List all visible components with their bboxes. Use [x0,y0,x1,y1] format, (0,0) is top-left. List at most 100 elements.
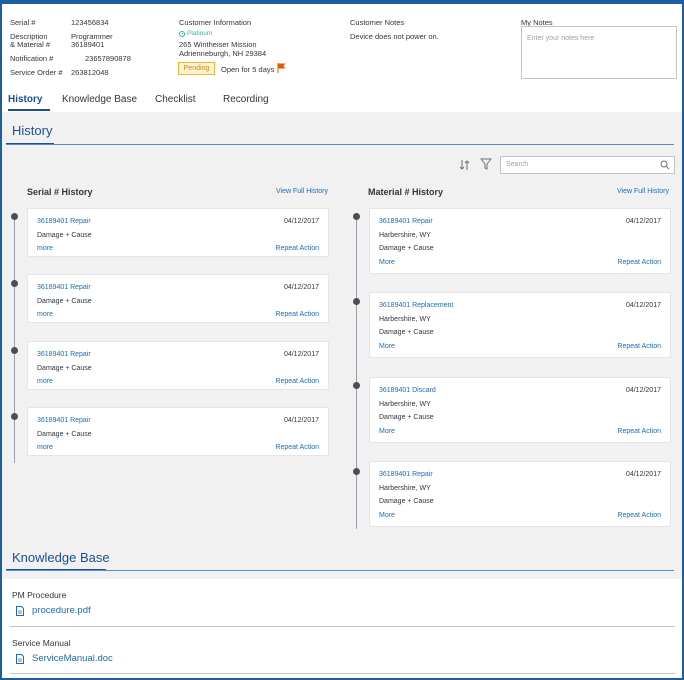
serial-history-card-1: 36189401 Repair 04/12/2017 Damage + Caus… [27,208,329,257]
service-order-label: Service Order # [10,68,63,77]
timeline-dot [11,347,18,354]
serial-value: 123456834 [71,18,109,27]
knowledge-base-list: PM Procedure procedure.pdf Service Manua… [2,579,682,678]
more-link[interactable]: more [37,245,53,252]
history-item-location: Harbershire, WY [379,485,431,492]
kb-file-link[interactable]: procedure.pdf [16,605,91,616]
material-view-full-history-link[interactable]: View Full History [617,188,669,195]
active-tab-indicator [8,109,50,111]
platinum-badge-icon [179,30,185,37]
timeline-dot [353,298,360,305]
repeat-action-link[interactable]: Repeat Action [617,512,661,519]
tab-recording[interactable]: Recording [223,94,269,105]
timeline-dot [11,213,18,220]
kb-separator [10,626,675,627]
history-item-date: 04/12/2017 [625,218,661,225]
more-link[interactable]: more [37,311,53,318]
history-item-date: 04/12/2017 [625,302,661,309]
history-item-location: Harbershire, WY [379,316,431,323]
address-line-2: Adrienneburgh, NH 29384 [179,49,267,58]
tab-history[interactable]: History [8,94,42,105]
notification-label: Notification # [10,54,54,63]
customer-notes-text: Device does not power on. [350,32,439,41]
history-item-detail: Damage + Cause [37,431,92,438]
history-item-title[interactable]: 36189401 Repair [37,218,91,225]
history-divider [6,144,674,145]
history-item-detail: Damage + Cause [379,245,434,252]
repeat-action-link[interactable]: Repeat Action [617,428,661,435]
sort-icon[interactable] [459,159,471,171]
history-item-date: 04/12/2017 [625,471,661,478]
history-item-title[interactable]: 36189401 Repair [379,471,433,478]
more-link[interactable]: More [379,343,395,350]
material-history-card-3: 36189401 Discard 04/12/2017 Harbershire,… [369,377,671,443]
timeline-dot [353,382,360,389]
history-item-date: 04/12/2017 [625,387,661,394]
history-item-date: 04/12/2017 [283,417,319,424]
customer-notes-title: Customer Notes [350,18,405,27]
filter-icon[interactable] [480,158,492,170]
customer-info-title: Customer Information [179,18,252,27]
more-link[interactable]: More [379,428,395,435]
repeat-action-link[interactable]: Repeat Action [617,259,661,266]
open-for-text: Open for 5 days [221,65,275,74]
history-item-title[interactable]: 36189401 Repair [379,218,433,225]
search-input[interactable]: Search [500,156,675,174]
app-frame: Serial # 123456834 Description & Materia… [0,0,684,680]
tab-knowledge-base[interactable]: Knowledge Base [62,94,137,105]
kb-file-name[interactable]: ServiceManual.doc [32,653,113,664]
kb-item-label: Service Manual [12,638,71,648]
more-link[interactable]: more [37,444,53,451]
customer-tier: Platinum [179,30,212,37]
timeline-dot [353,468,360,475]
repeat-action-link[interactable]: Repeat Action [617,343,661,350]
tab-checklist[interactable]: Checklist [155,94,196,105]
history-section-title: History [12,123,53,138]
kb-file-link[interactable]: ServiceManual.doc [16,653,113,664]
more-link[interactable]: More [379,512,395,519]
document-icon [16,653,24,664]
description-label-2: & Material # [10,40,51,49]
history-item-detail: Damage + Cause [37,232,92,239]
timeline-dot [11,280,18,287]
history-item-title[interactable]: 36189401 Replacement [379,302,453,309]
tab-bar: History Knowledge Base Checklist Recordi… [2,90,682,112]
serial-history-title: Serial # History [27,187,93,197]
material-timeline [356,216,357,529]
repeat-action-link[interactable]: Repeat Action [275,444,319,451]
serial-history-card-3: 36189401 Repair 04/12/2017 Damage + Caus… [27,341,329,390]
serial-view-full-history-link[interactable]: View Full History [276,188,328,195]
material-history-card-1: 36189401 Repair 04/12/2017 Harbershire, … [369,208,671,274]
repeat-action-link[interactable]: Repeat Action [275,378,319,385]
material-history-title: Material # History [368,187,444,197]
more-link[interactable]: more [37,378,53,385]
serial-label: Serial # [10,18,36,27]
history-item-title[interactable]: 36189401 Repair [37,351,91,358]
address-line-1: 265 Wintheiser Mission [179,40,257,49]
status-badge: Pending [178,62,215,75]
repeat-action-link[interactable]: Repeat Action [275,245,319,252]
description-value-2: 36189401 [71,40,105,49]
serial-timeline [14,216,15,463]
kb-file-name[interactable]: procedure.pdf [32,605,91,616]
history-item-detail: Damage + Cause [37,365,92,372]
history-item-detail: Damage + Cause [37,298,92,305]
history-item-title[interactable]: 36189401 Repair [37,417,91,424]
repeat-action-link[interactable]: Repeat Action [275,311,319,318]
serial-history-card-2: 36189401 Repair 04/12/2017 Damage + Caus… [27,274,329,323]
history-item-title[interactable]: 36189401 Repair [37,284,91,291]
timeline-dot [11,413,18,420]
serial-history-card-4: 36189401 Repair 04/12/2017 Damage + Caus… [27,407,329,456]
history-item-detail: Damage + Cause [379,329,434,336]
more-link[interactable]: More [379,259,395,266]
history-item-detail: Damage + Cause [379,498,434,505]
history-item-detail: Damage + Cause [379,414,434,421]
history-item-title[interactable]: 36189401 Discard [379,387,436,394]
kb-separator [10,673,675,674]
history-item-location: Harbershire, WY [379,232,431,239]
my-notes-input[interactable]: Enter your notes here [521,26,677,79]
history-item-date: 04/12/2017 [283,351,319,358]
service-order-value: 263812048 [71,68,109,77]
search-icon[interactable] [660,160,670,170]
object-header: Serial # 123456834 Description & Materia… [2,4,682,90]
